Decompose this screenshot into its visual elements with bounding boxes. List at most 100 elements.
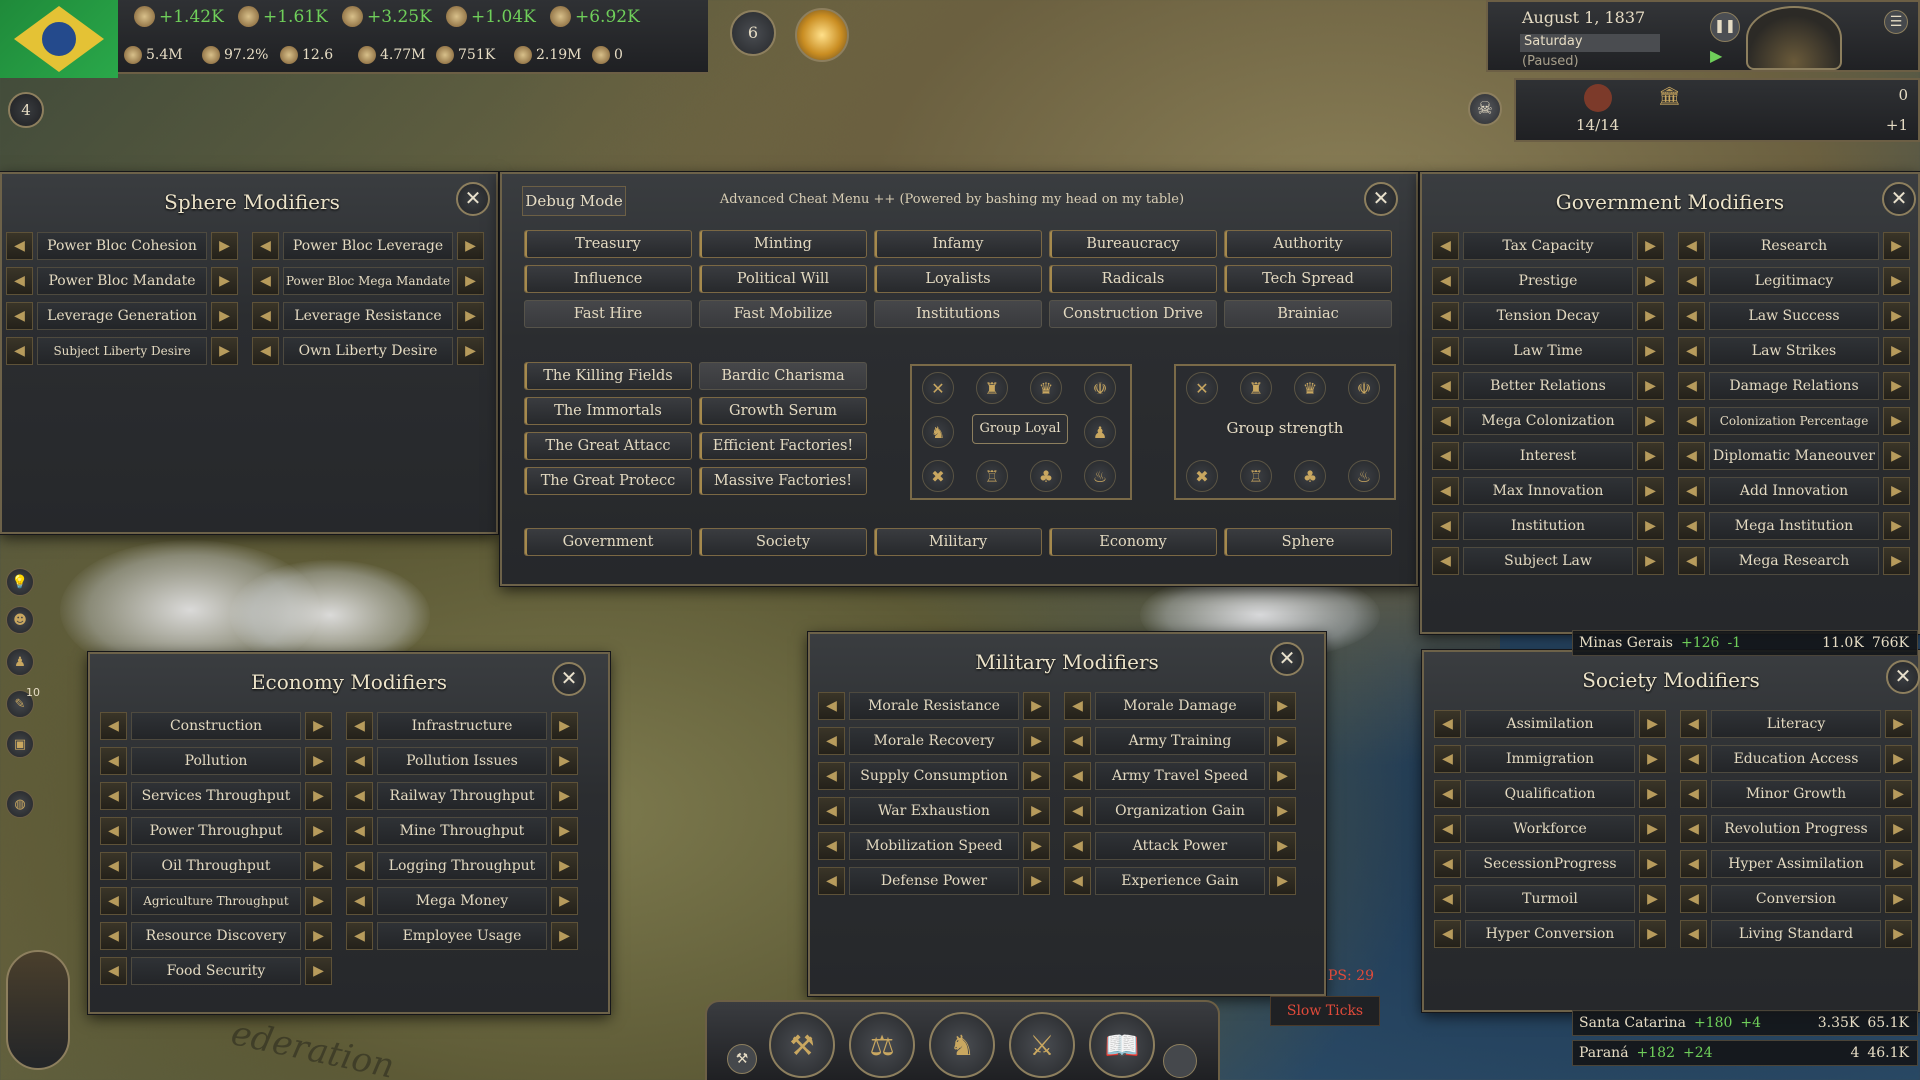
increase-arrow-icon[interactable]: ▶ <box>1023 832 1050 860</box>
decrease-arrow-icon[interactable]: ◀ <box>346 712 373 740</box>
cheat-toggle-button[interactable]: Growth Serum <box>699 397 867 425</box>
decrease-arrow-icon[interactable]: ◀ <box>1434 850 1461 878</box>
side-mask-icon[interactable]: ☻ <box>6 606 34 634</box>
cheat-toggle-button[interactable]: The Killing Fields <box>524 362 692 390</box>
modifier-button[interactable]: Hyper Assimilation <box>1711 850 1881 878</box>
increase-arrow-icon[interactable]: ▶ <box>1639 815 1666 843</box>
side-box-icon[interactable]: ▣ <box>6 730 34 758</box>
state-row[interactable]: Paraná +182 +24 4 46.1K <box>1572 1040 1918 1066</box>
church-icon[interactable]: ♖ <box>1240 460 1272 492</box>
cheat-button[interactable]: Brainiac <box>1224 300 1392 328</box>
modifier-button[interactable]: Mobilization Speed <box>849 832 1019 860</box>
decrease-arrow-icon[interactable]: ◀ <box>818 762 845 790</box>
decrease-arrow-icon[interactable]: ◀ <box>818 867 845 895</box>
modifier-button[interactable]: Better Relations <box>1463 372 1633 400</box>
flag-emblem[interactable] <box>0 0 118 78</box>
modifier-button[interactable]: Organization Gain <box>1095 797 1265 825</box>
increase-arrow-icon[interactable]: ▶ <box>551 852 578 880</box>
decrease-arrow-icon[interactable]: ◀ <box>346 747 373 775</box>
increase-arrow-icon[interactable]: ▶ <box>1023 727 1050 755</box>
decrease-arrow-icon[interactable]: ◀ <box>1678 302 1705 330</box>
side-people-icon[interactable]: ♟ <box>6 648 34 676</box>
modifier-button[interactable]: Construction <box>131 712 301 740</box>
modifier-button[interactable]: Attack Power <box>1095 832 1265 860</box>
modifier-button[interactable]: Power Bloc Leverage <box>283 232 453 260</box>
modifier-button[interactable]: Pollution Issues <box>377 747 547 775</box>
decrease-arrow-icon[interactable]: ◀ <box>1432 232 1459 260</box>
decrease-arrow-icon[interactable]: ◀ <box>346 922 373 950</box>
tab-button[interactable]: Economy <box>1049 528 1217 556</box>
tower-icon[interactable]: ♜ <box>1240 372 1272 404</box>
increase-arrow-icon[interactable]: ▶ <box>1883 372 1910 400</box>
decrease-arrow-icon[interactable]: ◀ <box>100 782 127 810</box>
increase-arrow-icon[interactable]: ▶ <box>551 782 578 810</box>
menu-icon[interactable]: ☰ <box>1884 10 1908 34</box>
group-loyal-button[interactable]: Group Loyal <box>972 414 1068 444</box>
church-icon[interactable]: ♖ <box>976 460 1008 492</box>
decrease-arrow-icon[interactable]: ◀ <box>1434 710 1461 738</box>
increase-arrow-icon[interactable]: ▶ <box>1639 745 1666 773</box>
increase-arrow-icon[interactable]: ▶ <box>1023 692 1050 720</box>
increase-arrow-icon[interactable]: ▶ <box>305 782 332 810</box>
close-button[interactable]: ✕ <box>1270 642 1304 676</box>
modifier-button[interactable]: Research <box>1709 232 1879 260</box>
increase-arrow-icon[interactable]: ▶ <box>211 267 238 295</box>
cheat-button[interactable]: Minting <box>699 230 867 258</box>
decrease-arrow-icon[interactable]: ◀ <box>818 797 845 825</box>
increase-arrow-icon[interactable]: ▶ <box>305 922 332 950</box>
modifier-button[interactable]: Legitimacy <box>1709 267 1879 295</box>
debug-mode-button[interactable]: Debug Mode <box>522 186 626 216</box>
increase-arrow-icon[interactable]: ▶ <box>457 267 484 295</box>
close-button[interactable]: ✕ <box>1882 182 1916 216</box>
decrease-arrow-icon[interactable]: ◀ <box>1064 727 1091 755</box>
tab-button[interactable]: Sphere <box>1224 528 1392 556</box>
modifier-button[interactable]: Law Success <box>1709 302 1879 330</box>
increase-arrow-icon[interactable]: ▶ <box>1637 407 1664 435</box>
cheat-button[interactable]: Radicals <box>1049 265 1217 293</box>
torch-icon[interactable]: ☫ <box>1084 372 1116 404</box>
modifier-button[interactable]: Subject Law <box>1463 547 1633 575</box>
modifier-button[interactable]: Morale Resistance <box>849 692 1019 720</box>
decrease-arrow-icon[interactable]: ◀ <box>252 337 279 365</box>
decrease-arrow-icon[interactable]: ◀ <box>1678 407 1705 435</box>
decrease-arrow-icon[interactable]: ◀ <box>818 832 845 860</box>
decrease-arrow-icon[interactable]: ◀ <box>346 817 373 845</box>
increase-arrow-icon[interactable]: ▶ <box>1883 477 1910 505</box>
modifier-button[interactable]: Railway Throughput <box>377 782 547 810</box>
increase-arrow-icon[interactable]: ▶ <box>1269 797 1296 825</box>
modifier-button[interactable]: Revolution Progress <box>1711 815 1881 843</box>
decrease-arrow-icon[interactable]: ◀ <box>252 302 279 330</box>
increase-arrow-icon[interactable]: ▶ <box>211 232 238 260</box>
pause-button[interactable]: ❚❚ <box>1710 12 1740 42</box>
decrease-arrow-icon[interactable]: ◀ <box>100 712 127 740</box>
knight-icon[interactable]: ♞ <box>922 416 954 448</box>
decrease-arrow-icon[interactable]: ◀ <box>1680 885 1707 913</box>
increase-arrow-icon[interactable]: ▶ <box>1269 832 1296 860</box>
modifier-button[interactable]: Education Access <box>1711 745 1881 773</box>
torch-icon[interactable]: ☫ <box>1348 372 1380 404</box>
tower-icon[interactable]: ♜ <box>976 372 1008 404</box>
stat-item[interactable]: 751K <box>436 46 495 64</box>
crown-icon[interactable]: ♛ <box>1294 372 1326 404</box>
cheat-toggle-button[interactable]: Massive Factories! <box>699 467 867 495</box>
side-bulb-icon[interactable]: 💡 <box>6 568 34 596</box>
flame-icon[interactable]: ♨ <box>1084 460 1116 492</box>
increase-arrow-icon[interactable]: ▶ <box>1883 337 1910 365</box>
increase-arrow-icon[interactable]: ▶ <box>1269 692 1296 720</box>
modifier-button[interactable]: Qualification <box>1465 780 1635 808</box>
cheat-button[interactable]: Infamy <box>874 230 1042 258</box>
modifier-button[interactable]: Subject Liberty Desire <box>37 337 207 365</box>
decrease-arrow-icon[interactable]: ◀ <box>1432 302 1459 330</box>
cheat-toggle-button[interactable]: Bardic Charisma <box>699 362 867 390</box>
decrease-arrow-icon[interactable]: ◀ <box>1678 477 1705 505</box>
pawn-icon[interactable]: ♟ <box>1084 416 1116 448</box>
tree-icon[interactable]: ♣ <box>1030 460 1062 492</box>
decrease-arrow-icon[interactable]: ◀ <box>1678 372 1705 400</box>
modifier-button[interactable]: SecessionProgress <box>1465 850 1635 878</box>
decrease-arrow-icon[interactable]: ◀ <box>1680 815 1707 843</box>
increase-arrow-icon[interactable]: ▶ <box>457 232 484 260</box>
modifier-button[interactable]: Agriculture Throughput <box>131 887 301 915</box>
decrease-arrow-icon[interactable]: ◀ <box>1678 547 1705 575</box>
stat-item[interactable]: 12.6 <box>280 46 333 64</box>
tree-icon[interactable]: ♣ <box>1294 460 1326 492</box>
